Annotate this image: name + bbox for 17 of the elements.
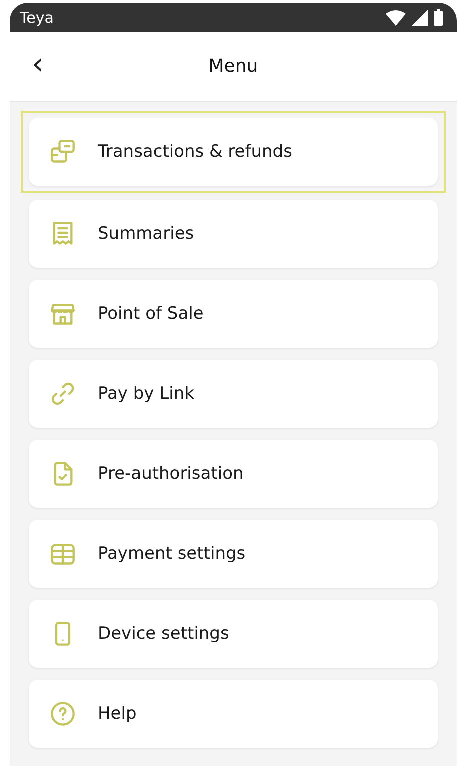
help-icon	[50, 701, 76, 727]
menu-item[interactable]: Help	[29, 680, 438, 748]
card-icon	[50, 139, 76, 165]
menu-item[interactable]: Point of Sale	[29, 280, 438, 348]
signal-icon	[412, 10, 428, 26]
menu-item[interactable]: Pre-authorisation	[29, 440, 438, 508]
menu-item[interactable]: Summaries	[29, 200, 438, 268]
menu-item[interactable]: Transactions & refunds	[29, 118, 438, 186]
wifi-icon	[386, 10, 406, 26]
menu-item[interactable]: Payment settings	[29, 520, 438, 588]
link-icon	[50, 381, 76, 407]
page-title: Menu	[208, 56, 258, 77]
menu-item[interactable]: Device settings	[29, 600, 438, 668]
menu-item[interactable]: Pay by Link	[29, 360, 438, 428]
back-button[interactable]: ‹	[26, 50, 50, 80]
battery-icon	[434, 9, 443, 26]
app-name: Teya	[20, 8, 54, 26]
